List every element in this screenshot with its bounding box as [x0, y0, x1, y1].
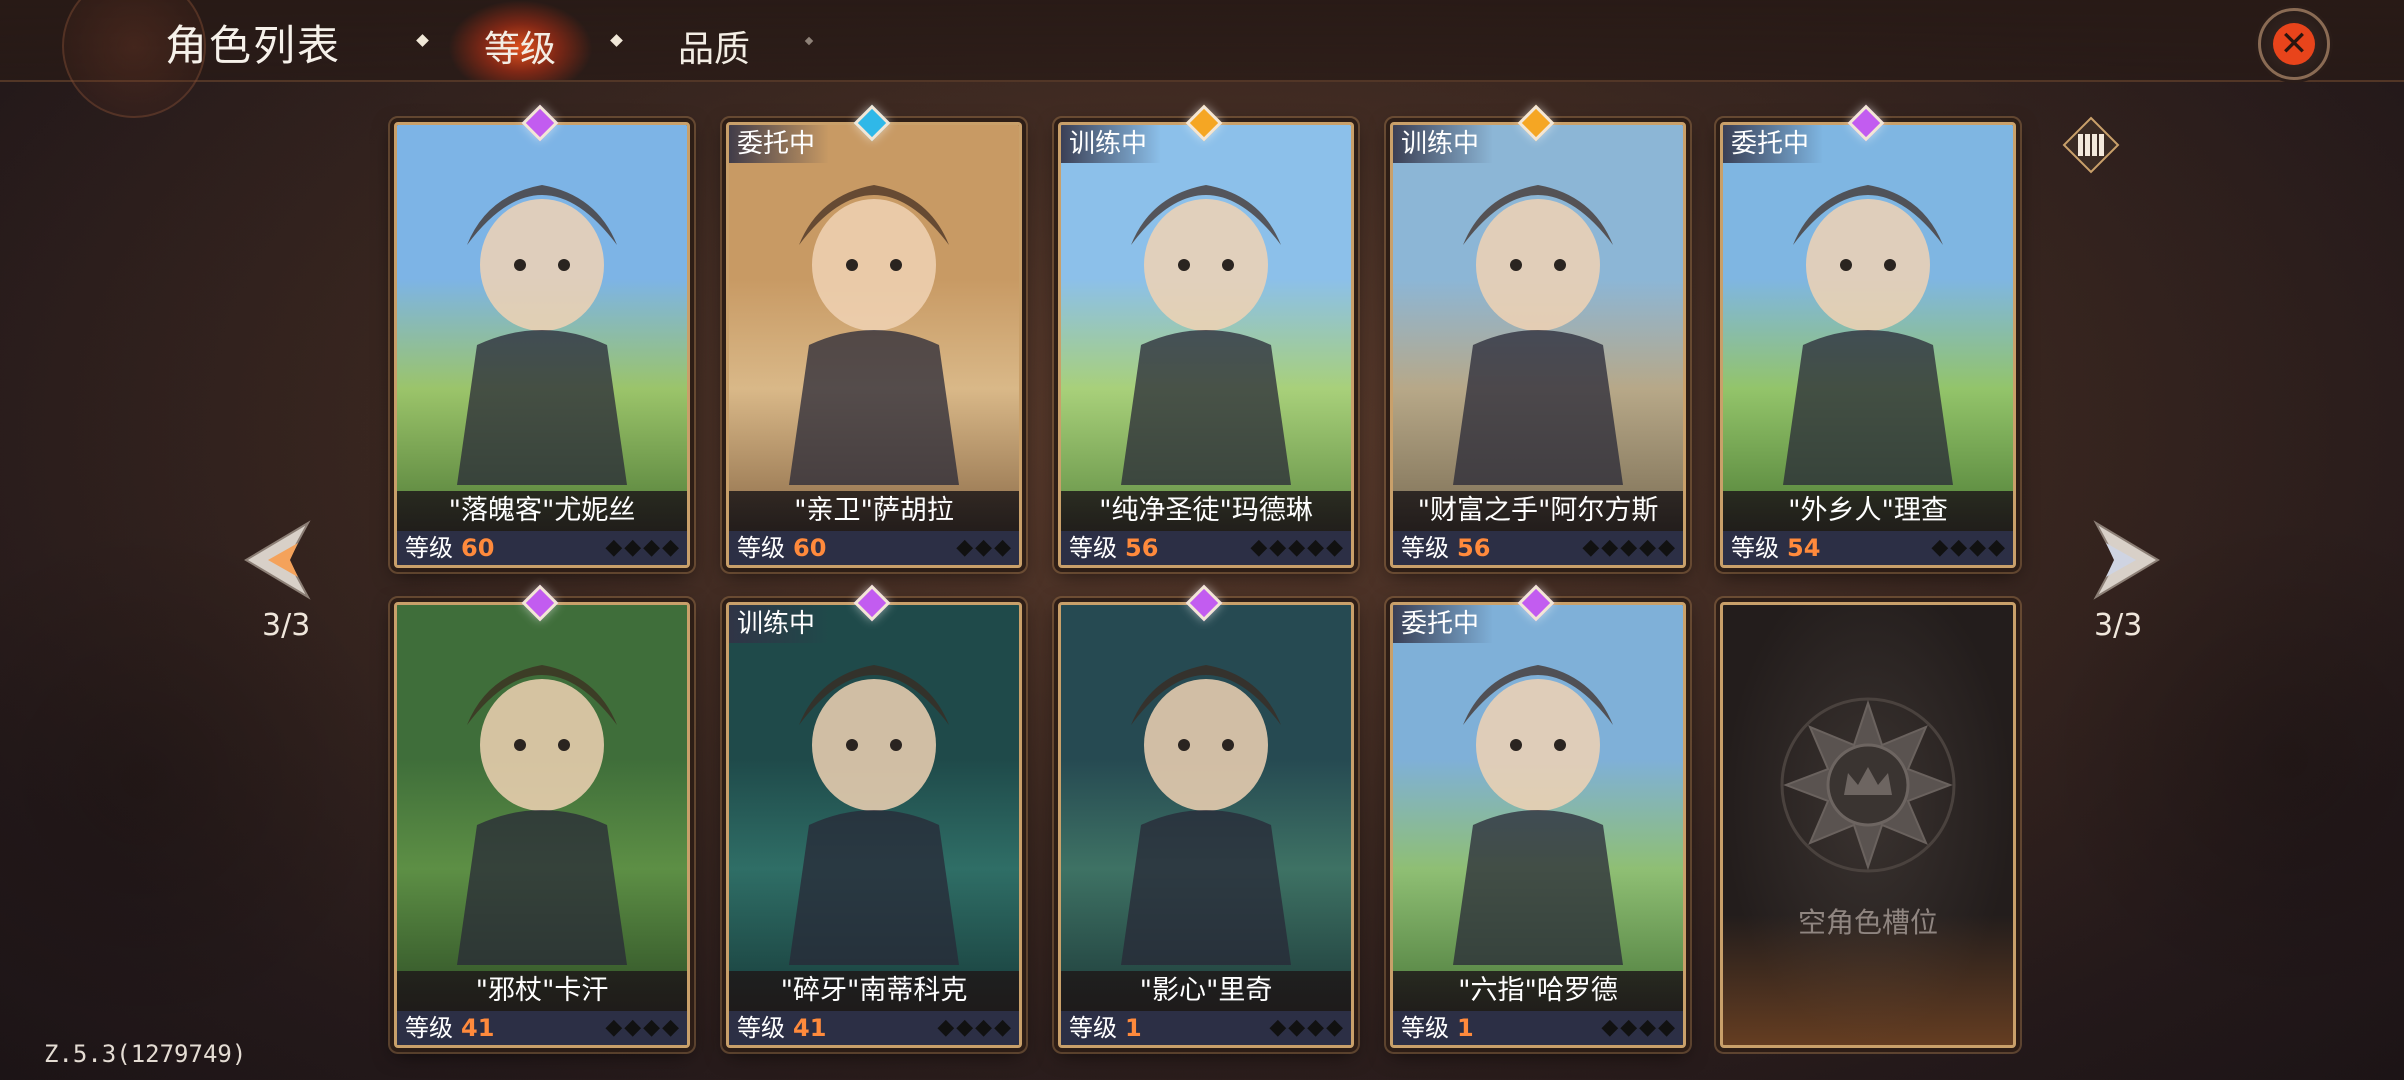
level-bar: 等级 54 ◆◆◆◆	[1723, 531, 2013, 565]
status-tag: 训练中	[1061, 125, 1162, 163]
prev-page-arrow-icon[interactable]	[238, 515, 328, 605]
level-label: 等级	[1401, 534, 1449, 562]
close-icon: ✕	[2273, 23, 2315, 65]
level-value: 1	[1125, 1014, 1142, 1042]
level-label: 等级	[1069, 534, 1117, 562]
character-card[interactable]: 委托中 "六指"哈罗德 等级 1 ◆◆◆◆	[1390, 602, 1686, 1048]
star-rating: ◆◆◆◆	[1269, 1015, 1345, 1040]
tab-quality[interactable]: 品质	[678, 20, 750, 72]
status-tag: 委托中	[1723, 125, 1824, 163]
level-value: 54	[1787, 534, 1821, 562]
level-label: 等级	[737, 1014, 785, 1042]
star-rating: ◆◆◆◆	[1931, 535, 2007, 560]
crown-emblem-icon	[1780, 697, 1956, 873]
character-name: "财富之手"阿尔方斯	[1393, 491, 1683, 531]
level-value: 1	[1457, 1014, 1474, 1042]
next-page-arrow-icon[interactable]	[2076, 515, 2166, 605]
tab-separator-icon	[416, 34, 429, 47]
version-label: Z.5.3(1279749)	[44, 1040, 247, 1068]
tab-level[interactable]: 等级	[484, 20, 556, 72]
character-card[interactable]: 训练中 "碎牙"南蒂科克 等级 41 ◆◆◆◆	[726, 602, 1022, 1048]
level-label: 等级	[1069, 1014, 1117, 1042]
character-card[interactable]: "落魄客"尤妮丝 等级 60 ◆◆◆◆	[394, 122, 690, 568]
status-tag: 训练中	[729, 605, 830, 643]
tab-separator-icon	[804, 36, 814, 46]
level-value: 60	[793, 534, 827, 562]
character-card[interactable]: 训练中 "纯净圣徒"玛德琳 等级 56 ◆◆◆◆◆	[1058, 122, 1354, 568]
level-bar: 等级 41 ◆◆◆◆	[397, 1011, 687, 1045]
level-label: 等级	[405, 534, 453, 562]
character-name: "落魄客"尤妮丝	[397, 491, 687, 531]
character-name: "亲卫"萨胡拉	[729, 491, 1019, 531]
character-name: "邪杖"卡汗	[397, 971, 687, 1011]
character-name: "纯净圣徒"玛德琳	[1061, 491, 1351, 531]
level-value: 60	[461, 534, 495, 562]
close-button[interactable]: ✕	[2258, 8, 2330, 80]
tab-separator-icon	[610, 34, 623, 47]
character-name: "外乡人"理查	[1723, 491, 2013, 531]
level-label: 等级	[405, 1014, 453, 1042]
character-card[interactable]: 训练中 "财富之手"阿尔方斯 等级 56 ◆◆◆◆◆	[1390, 122, 1686, 568]
level-bar: 等级 1 ◆◆◆◆	[1393, 1011, 1683, 1045]
status-tag: 委托中	[729, 125, 830, 163]
star-rating: ◆◆◆◆◆	[1250, 535, 1345, 560]
empty-slot-label: 空角色槽位	[1797, 906, 1938, 939]
character-card[interactable]: "影心"里奇 等级 1 ◆◆◆◆	[1058, 602, 1354, 1048]
character-name: "影心"里奇	[1061, 971, 1351, 1011]
level-bar: 等级 60 ◆◆◆	[729, 531, 1019, 565]
level-bar: 等级 1 ◆◆◆◆	[1061, 1011, 1351, 1045]
level-bar: 等级 56 ◆◆◆◆◆	[1393, 531, 1683, 565]
page-indicator-right: 3/3	[2094, 608, 2143, 643]
level-value: 56	[1457, 534, 1491, 562]
empty-character-slot[interactable]: 空角色槽位	[1720, 602, 2016, 1048]
character-name: "碎牙"南蒂科克	[729, 971, 1019, 1011]
page-indicator-left: 3/3	[262, 608, 311, 643]
character-card[interactable]: "邪杖"卡汗 等级 41 ◆◆◆◆	[394, 602, 690, 1048]
level-label: 等级	[1401, 1014, 1449, 1042]
character-card[interactable]: 委托中 "亲卫"萨胡拉 等级 60 ◆◆◆	[726, 122, 1022, 568]
status-tag: 训练中	[1393, 125, 1494, 163]
level-value: 56	[1125, 534, 1159, 562]
background-shadow	[0, 520, 400, 1040]
top-bar: 角色列表 等级 品质 ✕	[0, 0, 2404, 118]
level-label: 等级	[1731, 534, 1779, 562]
character-card[interactable]: 委托中 "外乡人"理查 等级 54 ◆◆◆◆	[1720, 122, 2016, 568]
page-title: 角色列表	[165, 21, 342, 70]
level-value: 41	[461, 1014, 495, 1042]
level-value: 41	[793, 1014, 827, 1042]
character-name: "六指"哈罗德	[1393, 971, 1683, 1011]
star-rating: ◆◆◆◆	[1601, 1015, 1677, 1040]
level-bar: 等级 41 ◆◆◆◆	[729, 1011, 1019, 1045]
list-view-toggle-icon[interactable]	[2062, 116, 2120, 174]
star-rating: ◆◆◆◆	[605, 535, 681, 560]
star-rating: ◆◆◆◆	[605, 1015, 681, 1040]
level-bar: 等级 60 ◆◆◆◆	[397, 531, 687, 565]
star-rating: ◆◆◆◆	[937, 1015, 1013, 1040]
star-rating: ◆◆◆◆◆	[1582, 535, 1677, 560]
level-bar: 等级 56 ◆◆◆◆◆	[1061, 531, 1351, 565]
status-tag: 委托中	[1393, 605, 1494, 643]
star-rating: ◆◆◆	[956, 535, 1013, 560]
level-label: 等级	[737, 534, 785, 562]
